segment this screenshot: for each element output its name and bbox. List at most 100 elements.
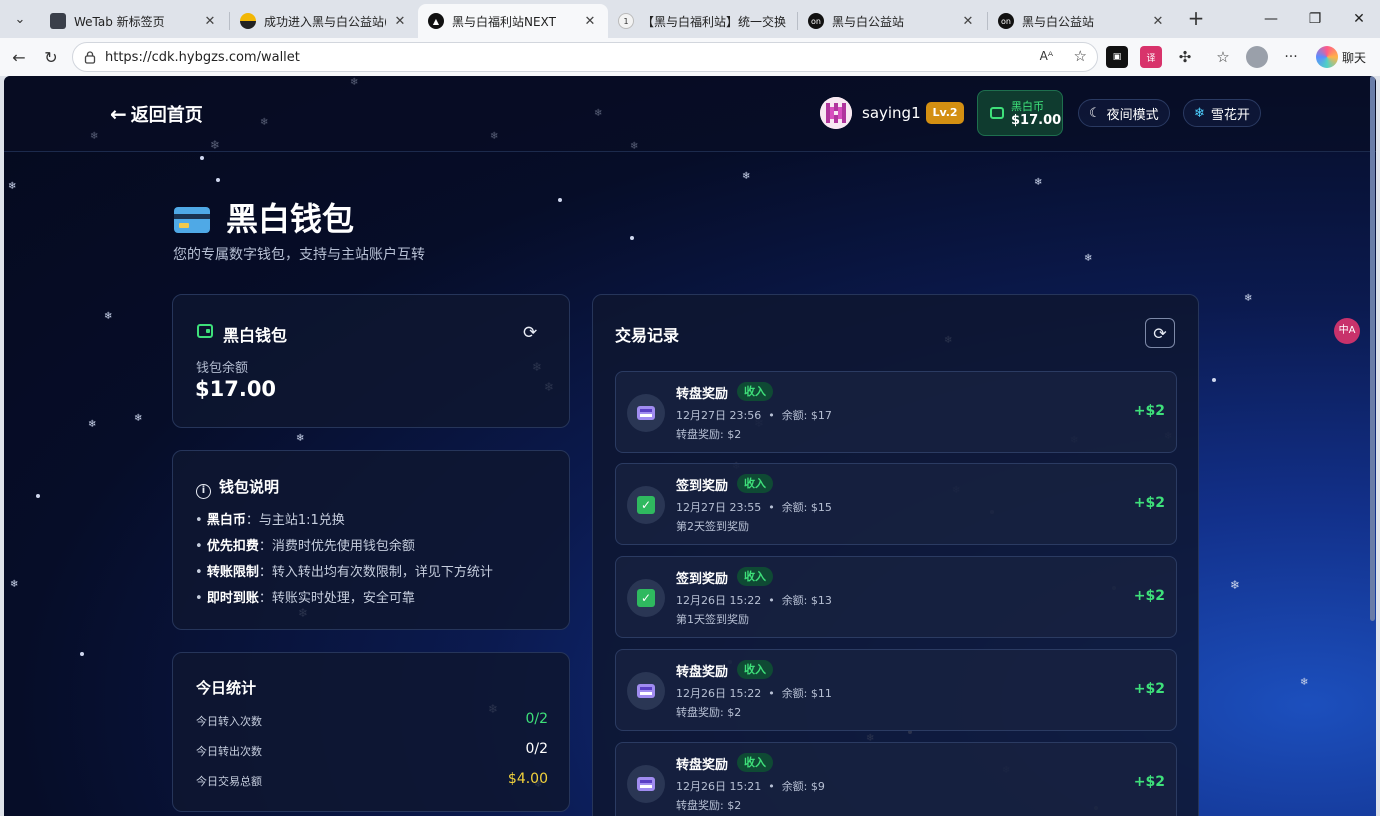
back-home-link[interactable]: ← 返回首页 xyxy=(110,101,203,127)
transaction-meta: 12月27日 23:55 • 余额: $15 xyxy=(676,501,832,514)
transaction-name: 转盘奖励 xyxy=(676,758,729,773)
translate-extension-icon[interactable]: 译 xyxy=(1140,46,1162,68)
snowflake-icon: ❄ xyxy=(1194,105,1205,121)
snowflake-icon: ❄ xyxy=(296,433,305,444)
wheel-glyph xyxy=(637,406,655,420)
browser-tab-active[interactable]: ▲ 黑与白福利站NEXT ✕ xyxy=(418,4,608,38)
read-aloud-icon[interactable]: Aᴬ xyxy=(1040,49,1053,63)
url-text: https://cdk.hybgzs.com/wallet xyxy=(105,49,300,65)
transaction-amount: +$2 xyxy=(1133,588,1165,604)
stat-label: 今日转入次数 xyxy=(196,715,262,728)
lock-icon xyxy=(83,50,97,64)
browser-tab[interactable]: 1 【黑与白福利站】统一交换 xyxy=(608,4,796,38)
new-tab-button[interactable]: + xyxy=(1182,6,1210,32)
transaction-time: 12月26日 15:22 xyxy=(676,594,762,607)
rule-text: ：转入转出均有次数限制，详见下方统计 xyxy=(258,565,493,580)
transaction-amount: +$2 xyxy=(1133,774,1165,790)
stat-row: 今日交易总额 $4.00 xyxy=(196,771,548,789)
copilot-icon[interactable] xyxy=(1316,46,1338,68)
stat-value: 0/2 xyxy=(525,711,548,727)
snow-dot xyxy=(558,198,562,202)
transaction-balance: 余额: $15 xyxy=(781,501,832,514)
tab-title: 【黑与白福利站】统一交换 xyxy=(642,14,786,29)
night-mode-toggle[interactable]: ☾ 夜间模式 xyxy=(1078,99,1170,127)
maximize-button[interactable]: ❐ xyxy=(1292,4,1338,34)
income-tag: 收入 xyxy=(737,567,773,586)
transaction-item[interactable]: 转盘奖励 收入 12月26日 15:21 • 余额: $9 转盘奖励: $2 +… xyxy=(615,742,1177,816)
info-card-title: 钱包说明 xyxy=(219,478,280,496)
transaction-time: 12月26日 15:21 xyxy=(676,780,762,793)
snow-toggle-label: 雪花开 xyxy=(1210,107,1250,123)
translate-float-icon[interactable]: 中A xyxy=(1334,318,1360,344)
browser-tab[interactable]: WeTab 新标签页 ✕ xyxy=(40,4,228,38)
refresh-button[interactable]: ↻ xyxy=(38,44,64,70)
balance-value: $17.00 xyxy=(195,377,277,401)
wallet-card-title: 黑白钱包 xyxy=(223,326,288,345)
snowflake-icon: ❄ xyxy=(1034,177,1043,188)
transaction-name: 签到奖励 xyxy=(676,479,729,494)
transaction-desc: 转盘奖励: $2 xyxy=(676,428,742,441)
coin-balance-button[interactable]: 黑白币 $17.00 xyxy=(977,90,1063,136)
favorite-star-icon[interactable]: ☆ xyxy=(1074,47,1087,65)
snow-toggle[interactable]: ❄ 雪花开 xyxy=(1183,99,1261,127)
restore-icon: ❐ xyxy=(1308,11,1322,27)
chat-label[interactable]: 聊天 xyxy=(1342,49,1366,66)
minimize-button[interactable]: — xyxy=(1248,4,1294,34)
page-scrollbar[interactable] xyxy=(1368,76,1376,816)
income-tag: 收入 xyxy=(737,753,773,772)
close-window-button[interactable]: ✕ xyxy=(1336,4,1380,34)
tab-title: 黑与白公益站 xyxy=(832,14,905,29)
refresh-transactions-button[interactable]: ⟳ xyxy=(1145,318,1175,348)
browser-tab[interactable]: on 黑与白公益站 ✕ xyxy=(798,4,986,38)
checkin-icon: ✓ xyxy=(627,579,665,617)
browser-tab[interactable]: on 黑与白公益站 ✕ xyxy=(988,4,1176,38)
more-menu-icon[interactable]: ··· xyxy=(1280,46,1302,68)
transaction-amount: +$2 xyxy=(1133,403,1165,419)
wheel-glyph xyxy=(637,684,655,698)
tab-title: 黑与白公益站 xyxy=(1022,14,1095,29)
coin-label: 黑白币 xyxy=(1011,100,1044,113)
address-bar[interactable]: https://cdk.hybgzs.com/wallet Aᴬ ☆ xyxy=(72,42,1098,72)
transaction-item[interactable]: 转盘奖励 收入 12月26日 15:22 • 余额: $11 转盘奖励: $2 … xyxy=(615,649,1177,731)
transaction-balance: 余额: $17 xyxy=(781,409,832,422)
one-favicon-icon: on xyxy=(808,13,824,29)
tab-actions-menu[interactable]: ⌄ xyxy=(6,6,34,32)
wetab-favicon-icon xyxy=(50,13,66,29)
info-icon: i xyxy=(196,484,211,499)
username[interactable]: saying1 xyxy=(862,104,921,122)
night-mode-label: 夜间模式 xyxy=(1106,107,1159,123)
close-tab-icon[interactable]: ✕ xyxy=(202,14,218,29)
transaction-balance: 余额: $11 xyxy=(781,687,832,700)
close-tab-icon[interactable]: ✕ xyxy=(392,14,408,29)
wallet-balance-card: 黑白钱包 ⟳ 钱包余额 $17.00 xyxy=(172,294,570,428)
close-tab-icon[interactable]: ✕ xyxy=(1150,14,1166,29)
scrollbar-thumb[interactable] xyxy=(1370,76,1375,621)
close-tab-icon[interactable]: ✕ xyxy=(582,14,598,29)
refresh-balance-icon[interactable]: ⟳ xyxy=(523,323,537,343)
favorites-list-icon[interactable]: ☆ xyxy=(1212,46,1234,68)
transaction-item[interactable]: ✓ 签到奖励 收入 12月26日 15:22 • 余额: $13 第1天签到奖励… xyxy=(615,556,1177,638)
extension-icon[interactable]: ▣ xyxy=(1106,46,1128,68)
snow-dot xyxy=(630,236,634,240)
level-badge: Lv.2 xyxy=(926,102,964,124)
browser-tab[interactable]: 成功进入黑与白公益站(非站 ✕ xyxy=(230,4,418,38)
transaction-item[interactable]: 转盘奖励 收入 12月27日 23:56 • 余额: $17 转盘奖励: $2 … xyxy=(615,371,1177,453)
site-favicon-icon: 1 xyxy=(618,13,634,29)
extensions-puzzle-icon[interactable]: ✣ xyxy=(1174,46,1196,68)
rule-key: 转账限制 xyxy=(206,565,259,580)
reload-icon: ↻ xyxy=(44,47,58,67)
site-header: ← 返回首页 saying1 Lv.2 黑白币 $17.00 ☾ 夜间模式 ❄ … xyxy=(4,76,1376,152)
income-tag: 收入 xyxy=(737,382,773,401)
rule-text: ：转账实时处理，安全可靠 xyxy=(258,591,415,606)
back-button[interactable]: ← xyxy=(6,44,32,70)
transaction-item[interactable]: ✓ 签到奖励 收入 12月27日 23:55 • 余额: $15 第2天签到奖励… xyxy=(615,463,1177,545)
browser-toolbar: ← ↻ https://cdk.hybgzs.com/wallet Aᴬ ☆ ▣… xyxy=(0,38,1380,76)
stat-value: 0/2 xyxy=(525,741,548,757)
profile-avatar-icon[interactable] xyxy=(1246,46,1268,68)
tab-title: WeTab 新标签页 xyxy=(74,14,165,29)
wheel-icon xyxy=(627,672,665,710)
close-tab-icon[interactable]: ✕ xyxy=(960,14,976,29)
avatar[interactable] xyxy=(820,97,852,129)
read-aloud-letter: A xyxy=(1039,49,1048,63)
page-title-text: 黑白钱包 xyxy=(226,200,355,238)
